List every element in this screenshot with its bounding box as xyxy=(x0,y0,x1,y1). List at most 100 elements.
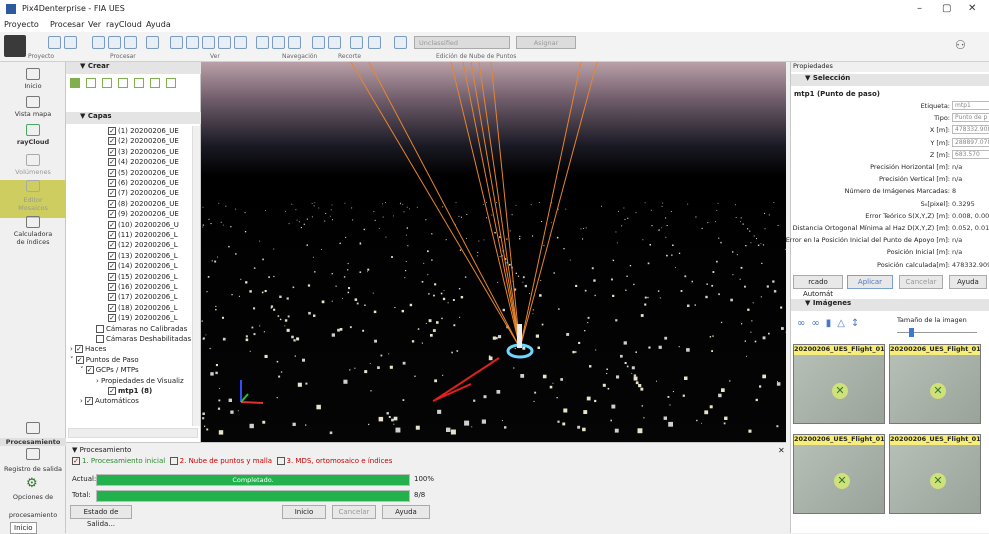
create-polyline-icon[interactable] xyxy=(102,78,112,88)
step3-checkbox[interactable] xyxy=(277,457,285,465)
step1-checkbox[interactable]: ✓ xyxy=(72,457,80,465)
raycloud-icon[interactable] xyxy=(26,124,40,136)
layer-hscrollbar[interactable] xyxy=(68,428,198,438)
link-icon[interactable]: ∞ xyxy=(797,318,805,329)
layer-camera-item[interactable]: ✓(10) 20200206_U xyxy=(108,220,179,230)
layer-visual-properties[interactable]: › Propiedades de Visualiz xyxy=(96,376,184,386)
layer-camera-item[interactable]: ✓(11) 20200206_L xyxy=(108,230,178,240)
layer-camera-item[interactable]: ✓(9) 20200206_UE xyxy=(108,209,179,219)
layer-uncalibrated-cameras[interactable]: Cámaras no Calibradas xyxy=(96,324,187,334)
layer-checkbox[interactable]: ✓ xyxy=(86,366,94,374)
layer-checkbox[interactable]: ✓ xyxy=(108,241,116,249)
nav-mosaicos[interactable]: Mosaicos xyxy=(0,204,66,212)
volume-icon[interactable] xyxy=(26,154,40,166)
nav-procesamiento[interactable]: Procesamiento xyxy=(0,438,66,446)
layer-camera-item[interactable]: ✓(17) 20200206_L xyxy=(108,292,178,302)
process-doc-icon[interactable] xyxy=(92,36,105,49)
processing-title[interactable]: ▼ Procesamiento xyxy=(72,446,131,454)
layer-camera-item[interactable]: ✓(1) 20200206_UE xyxy=(108,126,179,136)
zoom-in-icon[interactable] xyxy=(170,36,183,49)
cross-icon[interactable] xyxy=(218,36,231,49)
nav-volumenes[interactable]: Volúmenes xyxy=(0,168,66,176)
layer-camera-item[interactable]: ✓(13) 20200206_L xyxy=(108,251,178,261)
layer-camera-item[interactable]: ✓(16) 20200206_L xyxy=(108,282,178,292)
class-dropdown[interactable]: Unclassified xyxy=(414,36,510,49)
layer-checkbox[interactable]: ✓ xyxy=(85,397,93,405)
process-options-icon[interactable] xyxy=(146,36,159,49)
processing-panel-icon[interactable] xyxy=(26,422,40,434)
layer-checkbox[interactable]: ✓ xyxy=(108,137,116,145)
triangle-icon[interactable]: △ xyxy=(837,318,845,329)
layer-checkbox[interactable]: ✓ xyxy=(108,210,116,218)
images-header[interactable]: ▼ Imágenes xyxy=(791,299,989,311)
layer-camera-item[interactable]: ✓(18) 20200206_L xyxy=(108,303,178,313)
help-props-button[interactable]: Ayuda xyxy=(949,275,987,289)
nav-de-indices[interactable]: de índices xyxy=(0,238,66,246)
project-crosshair-icon[interactable] xyxy=(64,36,77,49)
field-input[interactable]: Punto de p xyxy=(952,113,989,122)
create-volume-icon[interactable] xyxy=(134,78,144,88)
layer-camera-item[interactable]: ✓(5) 20200206_UE xyxy=(108,168,179,178)
axes-icon[interactable] xyxy=(234,36,247,49)
create-surface-icon[interactable] xyxy=(118,78,128,88)
layer-gcps-mtps[interactable]: ˅ ✓GCPs / MTPs xyxy=(80,365,139,375)
layer-camera-item[interactable]: ✓(8) 20200206_UE xyxy=(108,199,179,209)
image-thumb[interactable]: 20200206_UES_Flight_01 ✕ xyxy=(793,434,885,514)
layer-camera-item[interactable]: ✓(12) 20200206_L xyxy=(108,240,178,250)
layer-checkbox[interactable]: ✓ xyxy=(108,158,116,166)
layer-checkbox[interactable]: ✓ xyxy=(75,345,83,353)
map-icon[interactable] xyxy=(26,96,40,108)
nav-editor[interactable]: Editor xyxy=(0,196,66,204)
layer-checkbox[interactable]: ✓ xyxy=(108,221,116,229)
help-button[interactable]: Ayuda xyxy=(382,505,430,519)
layer-camera-item[interactable]: ✓(14) 20200206_L xyxy=(108,261,178,271)
process-report-icon[interactable] xyxy=(108,36,121,49)
sort-icon[interactable]: ↕ xyxy=(851,318,859,329)
field-input[interactable]: mtp1 xyxy=(952,101,989,110)
create-grid-icon[interactable] xyxy=(166,78,176,88)
create-measure-icon[interactable] xyxy=(150,78,160,88)
nav-registro[interactable]: Registro de salida xyxy=(0,465,66,473)
select-icon[interactable] xyxy=(368,36,381,49)
image-thumb[interactable]: 20200206_UES_Flight_01 ✕ xyxy=(793,344,885,424)
measure-icon[interactable] xyxy=(288,36,301,49)
log-icon[interactable] xyxy=(26,448,40,460)
move-icon[interactable] xyxy=(256,36,269,49)
apply-button[interactable]: Aplicar xyxy=(847,275,893,289)
selection-header[interactable]: ▼ Selección xyxy=(791,74,989,86)
layer-checkbox[interactable]: ✓ xyxy=(76,356,84,364)
editor-icon[interactable] xyxy=(26,180,40,192)
layer-mtp1[interactable]: ✓mtp1 (8) xyxy=(108,386,152,396)
layer-checkbox[interactable]: ✓ xyxy=(108,283,116,291)
assign-button[interactable]: Asignar xyxy=(516,36,576,49)
create-line-icon[interactable] xyxy=(86,78,96,88)
nav-opciones[interactable]: Opciones de xyxy=(0,493,66,501)
layer-camera-item[interactable]: ✓(15) 20200206_L xyxy=(108,272,178,282)
status-tab-inicio[interactable]: Inicio xyxy=(10,522,37,534)
maximize-icon[interactable]: ▢ xyxy=(942,3,951,14)
layer-checkbox[interactable]: ✓ xyxy=(108,314,116,322)
layer-checkbox[interactable]: ✓ xyxy=(108,304,116,312)
create-polygon-icon[interactable] xyxy=(70,78,80,88)
layer-camera-item[interactable]: ✓(4) 20200206_UE xyxy=(108,157,179,167)
fit-view-icon[interactable] xyxy=(202,36,215,49)
process-square-icon[interactable] xyxy=(124,36,137,49)
layer-checkbox[interactable]: ✓ xyxy=(108,148,116,156)
layer-checkbox[interactable]: ✓ xyxy=(108,179,116,187)
layer-checkbox[interactable]: ✓ xyxy=(108,293,116,301)
layer-checkbox[interactable]: ✓ xyxy=(108,189,116,197)
layer-camera-item[interactable]: ✓(6) 20200206_UE xyxy=(108,178,179,188)
field-input[interactable]: 478332.908 xyxy=(952,125,989,134)
crear-header[interactable]: ▼ Crear xyxy=(66,62,201,74)
layer-camera-item[interactable]: ✓(2) 20200206_UE xyxy=(108,136,179,146)
field-input[interactable]: 683.570 xyxy=(952,150,989,159)
menu-raycloud[interactable]: rayCloud xyxy=(106,20,142,29)
filter-icon[interactable]: ▮ xyxy=(826,318,832,329)
field-input[interactable]: 288897.078 xyxy=(952,138,989,147)
step2-checkbox[interactable] xyxy=(170,457,178,465)
output-status-button[interactable]: Estado de Salida... xyxy=(70,505,132,519)
image-thumb[interactable]: 20200206_UES_Flight_01 ✕ xyxy=(889,434,981,514)
menu-ayuda[interactable]: Ayuda xyxy=(146,20,171,29)
clip-box-icon[interactable] xyxy=(312,36,325,49)
layer-camera-item[interactable]: ✓(7) 20200206_UE xyxy=(108,188,179,198)
